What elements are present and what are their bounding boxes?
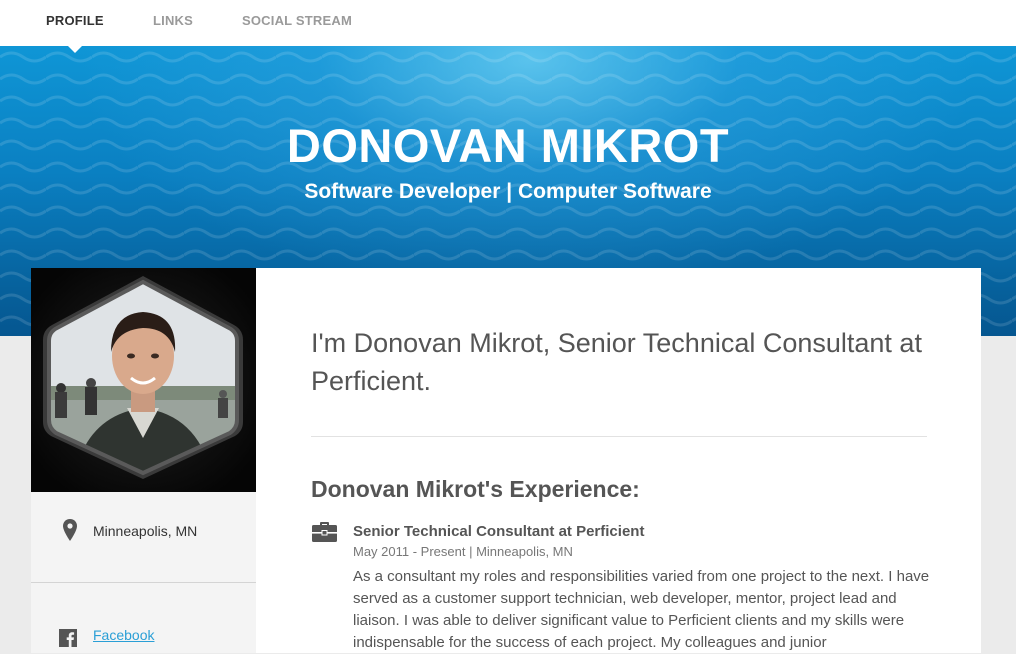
section-divider xyxy=(311,436,927,437)
profile-photo xyxy=(31,268,256,492)
profile-main-card: I'm Donovan Mikrot, Senior Technical Con… xyxy=(256,268,981,653)
location-row: Minneapolis, MN xyxy=(31,492,256,583)
job-description: As a consultant my roles and responsibil… xyxy=(353,568,930,651)
facebook-icon[interactable] xyxy=(59,629,77,652)
profile-sidebar: Minneapolis, MN Facebook xyxy=(31,268,256,653)
map-pin-icon xyxy=(63,519,77,546)
intro-headline: I'm Donovan Mikrot, Senior Technical Con… xyxy=(311,328,922,396)
profile-name: DONOVAN MIKROT xyxy=(286,119,730,172)
briefcase-icon xyxy=(312,522,337,547)
top-nav: PROFILE LINKS SOCIAL STREAM xyxy=(0,0,1016,53)
tab-social-stream[interactable]: SOCIAL STREAM xyxy=(242,0,352,46)
tab-profile[interactable]: PROFILE xyxy=(46,0,104,53)
experience-heading: Donovan Mikrot's Experience: xyxy=(311,476,640,502)
tab-links[interactable]: LINKS xyxy=(153,0,193,46)
facebook-link[interactable]: Facebook xyxy=(93,627,154,643)
job-title: Senior Technical Consultant at Perficien… xyxy=(353,523,645,540)
job-meta: May 2011 - Present | Minneapolis, MN xyxy=(353,544,573,559)
location-text: Minneapolis, MN xyxy=(93,523,198,539)
profile-headline: Software Developer | Computer Software xyxy=(304,180,712,203)
